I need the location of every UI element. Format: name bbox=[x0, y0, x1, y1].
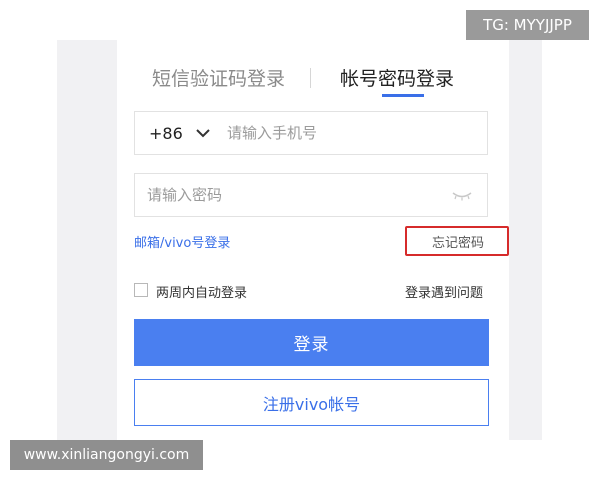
country-code-select[interactable]: +86 bbox=[149, 112, 183, 156]
active-tab-indicator bbox=[382, 94, 424, 97]
tab-password-login[interactable]: 帐号密码登录 bbox=[340, 64, 454, 94]
phone-field: +86 bbox=[134, 111, 488, 155]
forgot-password-link[interactable]: 忘记密码 bbox=[432, 232, 484, 251]
password-input[interactable] bbox=[147, 174, 437, 216]
eye-closed-icon[interactable] bbox=[451, 188, 473, 202]
phone-input[interactable] bbox=[227, 112, 477, 154]
remember-label: 两周内自动登录 bbox=[156, 286, 248, 301]
tab-sms-login[interactable]: 短信验证码登录 bbox=[152, 64, 285, 94]
chevron-down-icon[interactable] bbox=[195, 127, 211, 139]
remember-checkbox[interactable] bbox=[134, 283, 148, 297]
login-button[interactable]: 登录 bbox=[134, 319, 489, 366]
watermark-label: TG: MYYJJPP bbox=[466, 10, 589, 40]
email-vivo-login-link[interactable]: 邮箱/vivo号登录 bbox=[134, 232, 230, 251]
register-button[interactable]: 注册vivo帐号 bbox=[134, 379, 489, 426]
watermark-website: www.xinliangongyi.com bbox=[10, 440, 203, 470]
tab-divider bbox=[310, 68, 311, 88]
password-field bbox=[134, 173, 488, 217]
login-problem-link[interactable]: 登录遇到问题 bbox=[405, 282, 483, 301]
